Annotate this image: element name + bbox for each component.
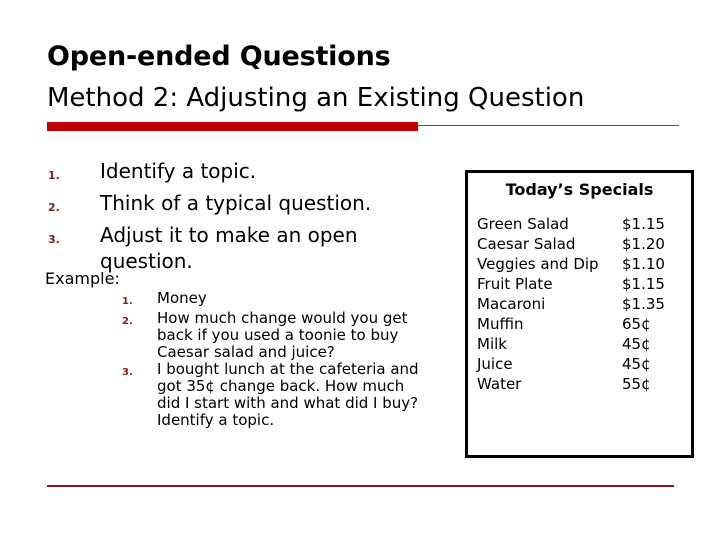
list-item-label: Adjust it to make an open question. — [100, 223, 358, 273]
steps-list: 1. Identify a topic. 2. Think of a typic… — [48, 158, 448, 275]
page-subtitle: Method 2: Adjusting an Existing Question — [47, 83, 585, 113]
item-name: Fruit Plate — [477, 275, 553, 293]
table-row: Veggies and Dip $1.10 — [477, 254, 691, 274]
list-item: 3. I bought lunch at the cafeteria and g… — [45, 361, 445, 429]
item-name: Muffin — [477, 315, 524, 333]
item-price: 45¢ — [622, 335, 651, 353]
example-list: 1. Money 2. How much change would you ge… — [45, 290, 445, 429]
page-title: Open-ended Questions — [47, 41, 391, 72]
table-row: Caesar Salad $1.20 — [477, 234, 691, 254]
list-item-number: 2. — [48, 201, 60, 214]
list-item-label: Think of a typical question. — [100, 191, 372, 215]
item-name: Macaroni — [477, 295, 546, 313]
list-item-number: 1. — [48, 169, 60, 182]
specials-panel: Today’s Specials Green Salad $1.15 Caesa… — [465, 170, 694, 458]
item-name: Water — [477, 375, 522, 393]
list-item-number: 3. — [48, 233, 60, 246]
item-price: 65¢ — [622, 315, 651, 333]
list-item-label: I bought lunch at the cafeteria and got … — [157, 360, 419, 429]
list-item-label: Identify a topic. — [100, 159, 257, 183]
item-name: Green Salad — [477, 215, 569, 233]
table-row: Milk 45¢ — [477, 334, 691, 354]
item-price: $1.10 — [622, 255, 665, 273]
divider-thin-line — [418, 125, 679, 126]
example-heading: Example: — [45, 269, 120, 288]
footer-divider — [47, 485, 674, 487]
item-price: $1.35 — [622, 295, 665, 313]
list-item: 2. How much change would you get back if… — [45, 310, 445, 361]
specials-title: Today’s Specials — [505, 180, 654, 199]
item-name: Caesar Salad — [477, 235, 576, 253]
table-row: Juice 45¢ — [477, 354, 691, 374]
item-price: $1.20 — [622, 235, 665, 253]
item-name: Juice — [477, 355, 513, 373]
specials-table: Green Salad $1.15 Caesar Salad $1.20 Veg… — [468, 214, 691, 394]
list-item: 1. Identify a topic. — [48, 158, 448, 189]
table-row: Muffin 65¢ — [477, 314, 691, 334]
list-item: 2. Think of a typical question. — [48, 190, 448, 221]
item-price: 45¢ — [622, 355, 651, 373]
list-item-label: How much change would you get back if yo… — [157, 309, 408, 361]
table-row: Fruit Plate $1.15 — [477, 274, 691, 294]
table-row: Water 55¢ — [477, 374, 691, 394]
list-item-number: 2. — [122, 316, 133, 327]
item-price: $1.15 — [622, 215, 665, 233]
list-item: 1. Money — [45, 290, 445, 310]
table-row: Green Salad $1.15 — [477, 214, 691, 234]
divider-accent-bar — [47, 122, 418, 131]
table-row: Macaroni $1.35 — [477, 294, 691, 314]
item-price: 55¢ — [622, 375, 651, 393]
list-item-number: 1. — [122, 296, 133, 307]
item-price: $1.15 — [622, 275, 665, 293]
list-item: 3. Adjust it to make an open question. — [48, 222, 448, 274]
item-name: Milk — [477, 335, 507, 353]
list-item-number: 3. — [122, 367, 133, 378]
title-divider — [47, 121, 679, 131]
item-name: Veggies and Dip — [477, 255, 599, 273]
list-item-label: Money — [157, 289, 207, 307]
